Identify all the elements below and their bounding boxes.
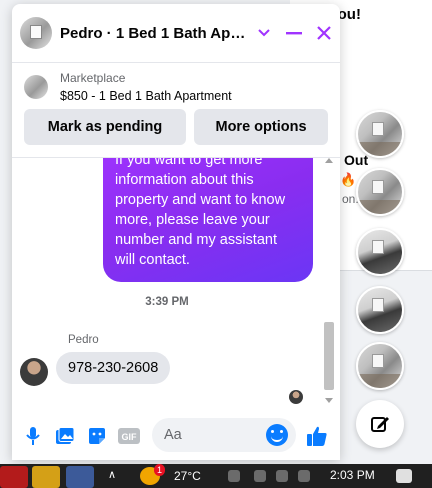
chevron-up-icon[interactable]: ∧ [108,468,116,481]
sticker-icon[interactable] [86,425,108,447]
message-composer: GIF [12,414,340,460]
temperature[interactable]: 27°C [174,469,201,483]
more-options-button[interactable]: More options [194,109,328,145]
microphone-icon[interactable] [22,425,44,447]
network-icon[interactable] [276,470,288,482]
chat-window: Pedro · 1 Bed 1 Bath Apartment Marketpla… [12,4,340,460]
read-receipt-avatar [289,390,303,404]
chat-head-avatar-2[interactable] [356,168,404,216]
compose-icon [371,417,389,432]
message-scrollbar[interactable] [322,158,336,408]
sender-avatar[interactable] [20,358,48,386]
close-icon[interactable] [314,20,334,46]
chat-head-avatar-1[interactable] [356,110,404,158]
scroll-down-arrow[interactable] [325,398,333,403]
mark-as-pending-button[interactable]: Mark as pending [24,109,186,145]
marketplace-listing-card: Marketplace $850 - 1 Bed 1 Bath Apartmen… [12,62,340,158]
scrollbar-thumb[interactable] [324,322,334,390]
taskbar-tray-icon-1[interactable] [228,470,240,482]
clock-time[interactable]: 2:03 PM [330,468,375,482]
scroll-up-arrow[interactable] [325,158,333,163]
outgoing-message[interactable]: If you want to get more information abou… [103,158,313,282]
incoming-message[interactable]: 978-230-2608 [56,352,171,384]
sender-name: Pedro [68,334,99,346]
chat-head-avatar-4[interactable] [356,286,404,334]
chat-head-avatar-5[interactable] [356,342,404,390]
photo-icon[interactable] [54,425,76,447]
message-timestamp: 3:39 PM [145,296,189,308]
chevron-down-icon[interactable] [254,20,274,46]
chat-head-avatar-3[interactable] [356,228,404,276]
taskbar-app-2[interactable] [32,466,60,488]
chat-header[interactable]: Pedro · 1 Bed 1 Bath Apartment [12,4,340,62]
listing-label: Marketplace [60,71,126,85]
battery-icon[interactable] [254,470,266,482]
weather-badge: 1 [154,464,166,476]
new-message-button[interactable] [356,400,404,448]
emoji-icon[interactable] [266,424,288,446]
like-icon[interactable] [306,425,328,447]
message-thread: If you want to get more information abou… [12,158,340,408]
listing-thumbnail[interactable] [24,75,48,99]
volume-icon[interactable] [298,470,310,482]
conversation-title[interactable]: Pedro · 1 Bed 1 Bath Apartment [60,25,250,42]
notifications-icon[interactable] [396,469,412,483]
svg-text:GIF: GIF [122,432,138,442]
gif-icon[interactable]: GIF [118,425,140,447]
windows-taskbar: ∧ 1 27°C 2:03 PM [0,464,432,488]
conversation-avatar[interactable] [20,17,52,49]
taskbar-app-1[interactable] [0,466,28,488]
flame-icon: 🔥 [340,172,357,187]
listing-title[interactable]: $850 - 1 Bed 1 Bath Apartment [60,89,232,103]
taskbar-app-3[interactable] [66,466,94,488]
minimize-icon[interactable] [284,20,304,46]
